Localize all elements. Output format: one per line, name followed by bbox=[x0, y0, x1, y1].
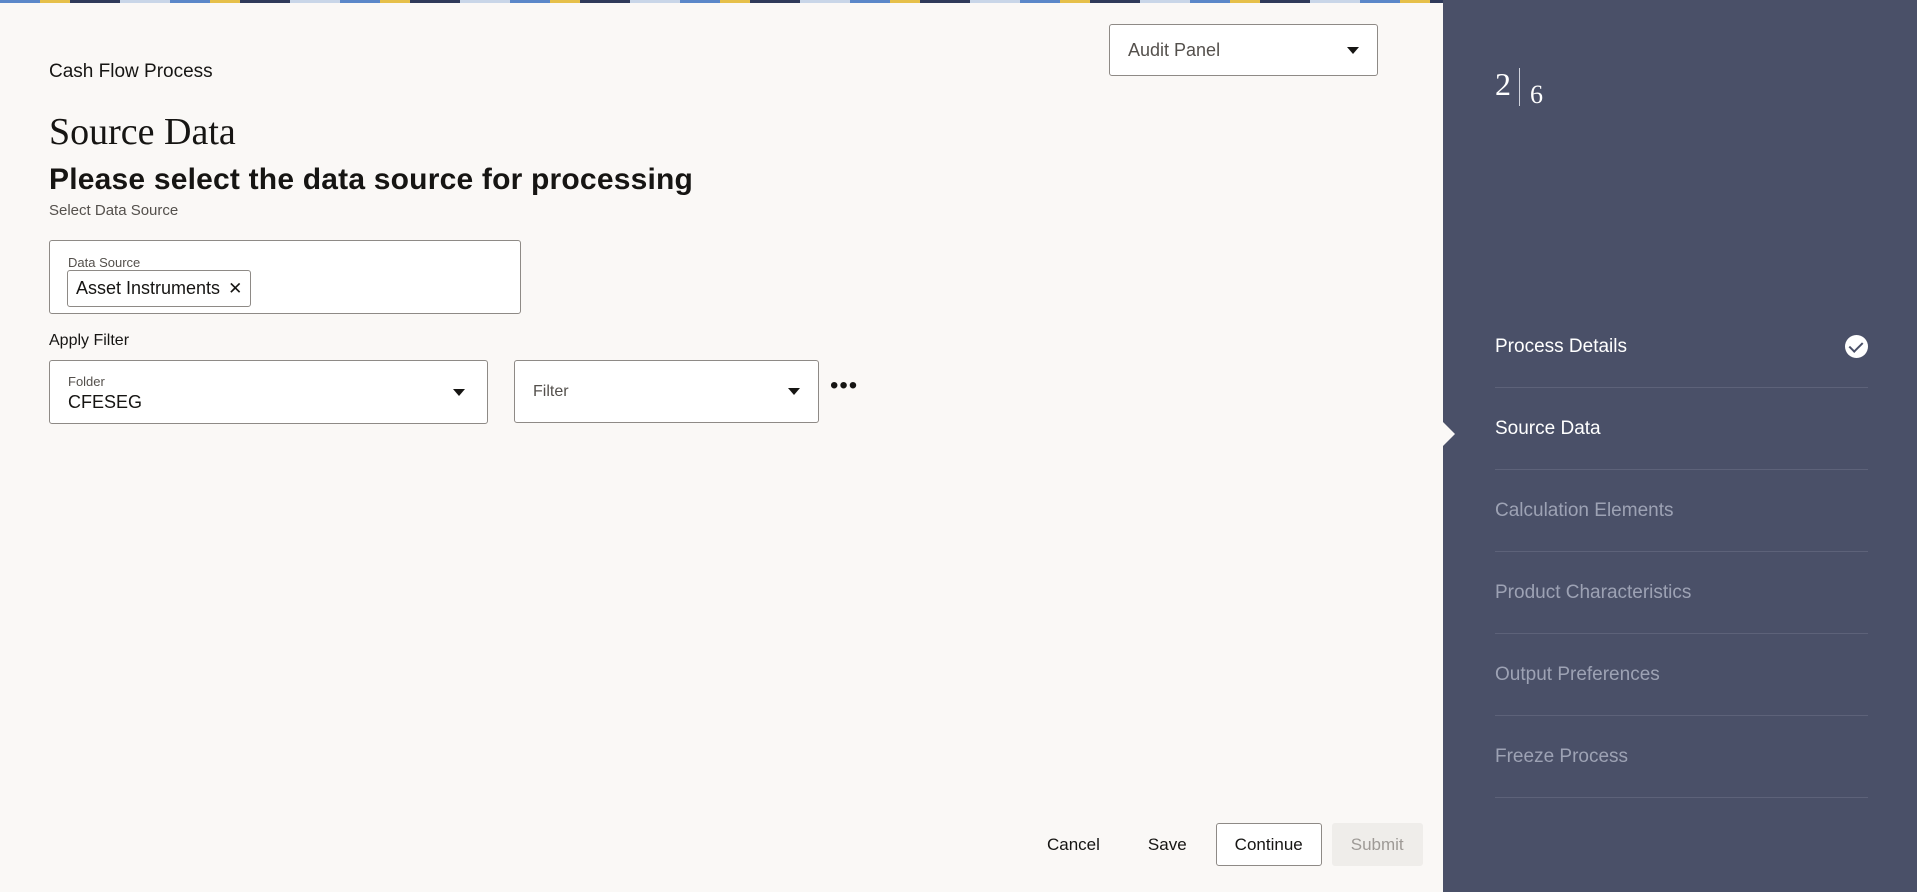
data-source-label: Data Source bbox=[68, 255, 141, 270]
step-counter: 2 6 bbox=[1495, 66, 1543, 110]
current-step-number: 2 bbox=[1495, 66, 1511, 102]
current-step-pointer bbox=[1443, 422, 1455, 446]
footer-actions: Cancel Save Continue Submit bbox=[1028, 823, 1423, 866]
step-label: Process Details bbox=[1495, 335, 1627, 357]
step-label: Product Characteristics bbox=[1495, 581, 1692, 603]
step-product-characteristics[interactable]: Product Characteristics bbox=[1495, 552, 1868, 634]
step-output-preferences[interactable]: Output Preferences bbox=[1495, 634, 1868, 716]
data-source-field[interactable]: Data Source Asset Instruments ✕ bbox=[49, 240, 521, 314]
filter-placeholder: Filter bbox=[533, 382, 569, 400]
step-process-details[interactable]: Process Details bbox=[1495, 306, 1868, 388]
page-subtitle: Please select the data source for proces… bbox=[49, 163, 694, 196]
step-list: Process Details Source Data Calculation … bbox=[1495, 306, 1868, 798]
step-calculation-elements[interactable]: Calculation Elements bbox=[1495, 470, 1868, 552]
progress-sidebar: 2 6 Process Details Source Data Calculat… bbox=[1443, 0, 1917, 892]
step-counter-divider bbox=[1519, 68, 1520, 106]
apply-filter-label: Apply Filter bbox=[49, 332, 130, 349]
step-freeze-process[interactable]: Freeze Process bbox=[1495, 716, 1868, 798]
cancel-button[interactable]: Cancel bbox=[1028, 823, 1119, 866]
submit-button: Submit bbox=[1331, 823, 1423, 866]
folder-value: CFESEG bbox=[68, 392, 143, 412]
continue-button[interactable]: Continue bbox=[1215, 823, 1322, 866]
check-circle-icon bbox=[1845, 335, 1868, 358]
step-label: Freeze Process bbox=[1495, 745, 1629, 767]
folder-select[interactable]: Folder CFESEG bbox=[49, 360, 488, 424]
filter-select[interactable]: Filter bbox=[514, 360, 819, 423]
more-horizontal-icon[interactable]: ••• bbox=[830, 372, 858, 400]
save-button[interactable]: Save bbox=[1129, 823, 1206, 866]
audit-panel-select[interactable]: Audit Panel bbox=[1109, 24, 1378, 76]
step-label: Calculation Elements bbox=[1495, 499, 1674, 521]
breadcrumb[interactable]: Cash Flow Process bbox=[49, 61, 213, 83]
data-source-chip-label: Asset Instruments bbox=[76, 278, 221, 298]
total-steps-number: 6 bbox=[1530, 80, 1543, 109]
step-source-data[interactable]: Source Data bbox=[1495, 388, 1868, 470]
audit-panel-label: Audit Panel bbox=[1128, 39, 1221, 60]
close-icon[interactable]: ✕ bbox=[228, 279, 242, 299]
chevron-down-icon bbox=[1347, 46, 1359, 54]
folder-label: Folder bbox=[68, 374, 105, 389]
chevron-down-icon bbox=[788, 388, 800, 395]
step-label: Source Data bbox=[1495, 417, 1601, 439]
section-label: Select Data Source bbox=[49, 202, 179, 219]
data-source-chip: Asset Instruments ✕ bbox=[67, 270, 252, 307]
step-label: Output Preferences bbox=[1495, 663, 1660, 685]
chevron-down-icon bbox=[453, 389, 465, 396]
main-panel: Cash Flow Process Audit Panel Source Dat… bbox=[0, 0, 1443, 892]
page-title: Source Data bbox=[49, 111, 236, 153]
